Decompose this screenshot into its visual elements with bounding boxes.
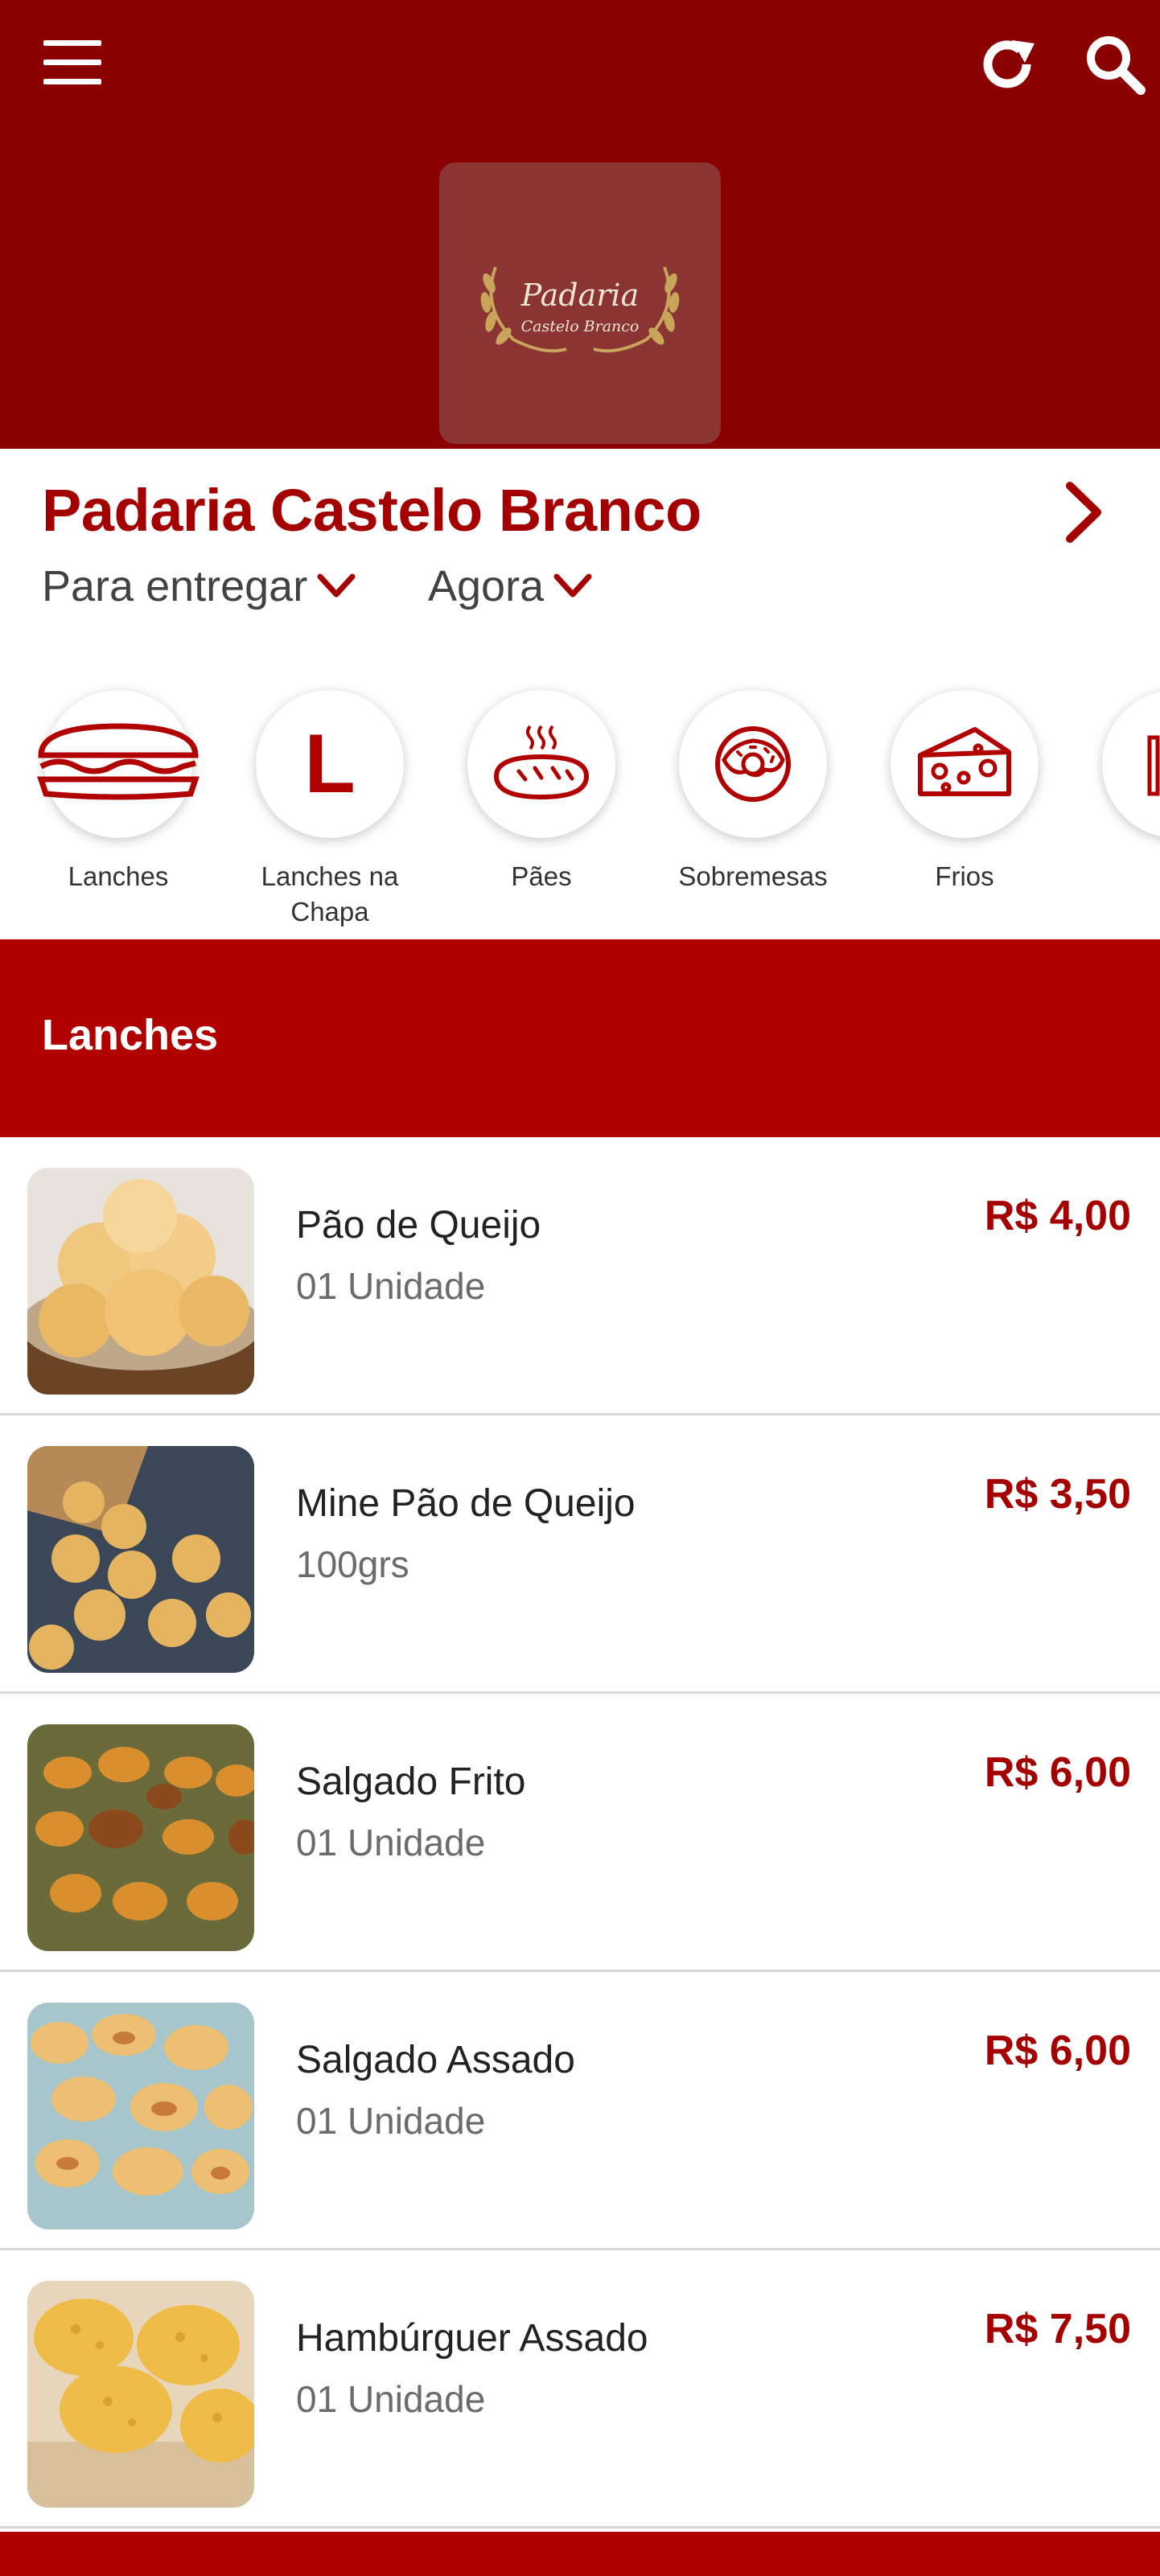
product-description: 01 Unidade <box>296 1265 486 1307</box>
cheese-icon <box>891 690 1039 838</box>
category-label: Be <box>1080 859 1160 894</box>
sandwich-icon <box>37 690 200 838</box>
product-image <box>27 2003 254 2229</box>
category-bebidas[interactable]: Be <box>1080 672 1160 930</box>
section-header: Lanches <box>0 939 1160 1137</box>
product-list: Pão de Queijo 01 Unidade R$ 4,00 Mine Pã… <box>0 1137 1160 2529</box>
product-image <box>27 1724 254 1951</box>
store-name[interactable]: Padaria Castelo Branco <box>42 476 701 544</box>
category-lanches[interactable]: Lanches <box>22 672 215 930</box>
category-sobremesas[interactable]: Sobremesas <box>656 672 849 930</box>
store-info: Padaria Castelo Branco Para entregar Ago… <box>0 449 1160 939</box>
product-price: R$ 7,50 <box>984 2306 1131 2352</box>
category-label: Pães <box>511 861 572 891</box>
category-label: Lanches na Chapa <box>261 861 399 926</box>
time-selector[interactable]: Agora <box>428 561 594 611</box>
product-price: R$ 4,00 <box>984 1193 1131 1239</box>
hamburger-menu-icon[interactable] <box>43 40 101 85</box>
bread-icon <box>467 690 615 838</box>
donut-icon <box>679 690 827 838</box>
time-label: Agora <box>428 562 545 610</box>
product-name: Mine Pão de Queijo <box>296 1482 636 1525</box>
category-paes[interactable]: Pães <box>445 672 638 930</box>
refresh-icon[interactable] <box>973 31 1041 98</box>
chevron-right-icon[interactable] <box>1059 478 1110 547</box>
store-logo: Padaria Castelo Branco <box>439 162 721 444</box>
product-item[interactable]: Salgado Frito 01 Unidade R$ 6,00 <box>0 1694 1160 1972</box>
section-title: Lanches <box>42 1011 219 1059</box>
product-description: 100grs <box>296 1543 409 1585</box>
product-description: 01 Unidade <box>296 2378 486 2420</box>
letter-l-icon: L <box>256 690 404 838</box>
product-description: 01 Unidade <box>296 2100 486 2142</box>
category-frios[interactable]: Frios <box>868 672 1061 930</box>
delivery-mode-label: Para entregar <box>42 562 308 610</box>
app-header: Padaria Castelo Branco <box>0 0 1160 449</box>
product-item[interactable]: Salgado Assado 01 Unidade R$ 6,00 <box>0 1972 1160 2250</box>
category-label: Sobremesas <box>678 861 828 891</box>
product-item[interactable]: Mine Pão de Queijo 100grs R$ 3,50 <box>0 1415 1160 1694</box>
product-item[interactable]: Hambúrguer Assado 01 Unidade R$ 7,50 <box>0 2250 1160 2529</box>
delivery-mode-selector[interactable]: Para entregar <box>42 561 357 611</box>
search-icon[interactable] <box>1081 31 1149 98</box>
product-name: Salgado Assado <box>296 2039 575 2081</box>
product-price: R$ 6,00 <box>984 1749 1131 1796</box>
product-name: Hambúrguer Assado <box>296 2317 648 2360</box>
logo-text-main: Padaria <box>520 277 639 313</box>
category-lanches-na-chapa[interactable]: L Lanches na Chapa <box>233 672 426 930</box>
product-item[interactable]: Pão de Queijo 01 Unidade R$ 4,00 <box>0 1137 1160 1415</box>
product-image <box>27 2281 254 2508</box>
chevron-down-icon <box>553 573 592 598</box>
product-price: R$ 3,50 <box>984 1471 1131 1518</box>
logo-text-sub: Castelo Branco <box>521 318 640 335</box>
product-image <box>27 1446 254 1673</box>
product-price: R$ 6,00 <box>984 2028 1131 2074</box>
product-description: 01 Unidade <box>296 1822 486 1863</box>
product-name: Pão de Queijo <box>296 1204 541 1247</box>
beverage-icon <box>1102 690 1160 838</box>
product-name: Salgado Frito <box>296 1760 526 1803</box>
product-image <box>27 1168 254 1395</box>
chevron-down-icon <box>317 573 356 598</box>
category-label: Frios <box>935 861 994 891</box>
category-carousel[interactable]: Lanches L Lanches na Chapa Pães Sobremes… <box>0 672 1160 930</box>
bottom-bar <box>0 2532 1160 2576</box>
category-label: Lanches <box>68 861 169 891</box>
